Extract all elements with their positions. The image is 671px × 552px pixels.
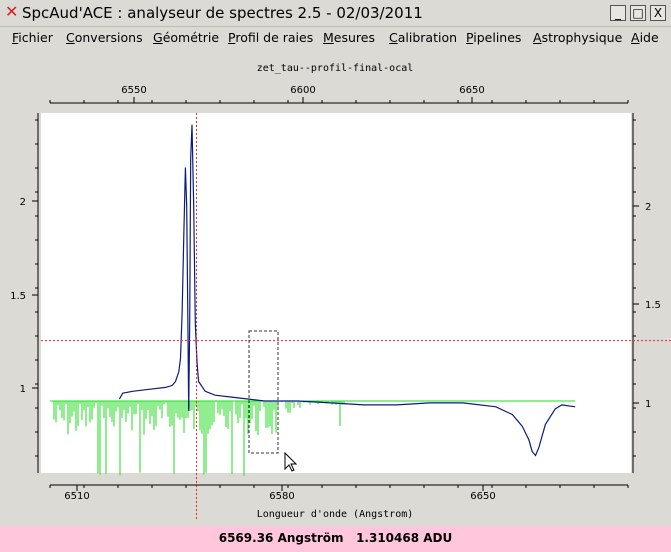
minimize-button[interactable]: _ xyxy=(610,5,626,21)
bottom-tick-label: 6650 xyxy=(470,491,495,502)
title-bar: ✕ SpcAud'ACE : analyseur de spectres 2.5… xyxy=(0,0,671,27)
menu-geometrie[interactable]: Géométrie xyxy=(153,30,219,46)
app-x-icon: ✕ xyxy=(5,2,19,21)
cursor-readout: 6569.36 Angström 1.310468 ADU xyxy=(218,531,453,545)
plot-canvas[interactable] xyxy=(41,113,631,473)
close-button[interactable]: X xyxy=(650,5,666,21)
window-title: SpcAud'ACE : analyseur de spectres 2.5 -… xyxy=(22,4,423,22)
menu-astrophysique[interactable]: Astrophysique xyxy=(533,30,622,46)
spectrum-plot[interactable]: zet_tau--profil-final-ocal 6550 6600 665… xyxy=(0,50,671,525)
left-tick-label: 2 xyxy=(20,197,26,208)
right-tick-label: 2 xyxy=(645,202,651,213)
top-tick-label: 6550 xyxy=(121,85,146,96)
right-tick-label: 1.5 xyxy=(645,300,661,311)
bottom-tick-label: 6510 xyxy=(64,491,89,502)
menu-conversions[interactable]: Conversions xyxy=(66,30,143,46)
menu-calibration[interactable]: Calibration xyxy=(389,30,457,46)
plot-title: zet_tau--profil-final-ocal xyxy=(257,63,414,74)
bottom-axis-ticks xyxy=(49,485,629,491)
menu-fichier[interactable]: Fichier xyxy=(12,30,53,46)
spectrum-plot-area[interactable]: zet_tau--profil-final-ocal 6550 6600 665… xyxy=(0,50,671,525)
status-bar: 6569.36 Angström 1.310468 ADU xyxy=(0,526,671,552)
menu-bar: Fichier Conversions Géométrie Profil de … xyxy=(0,27,671,49)
maximize-button[interactable]: □ xyxy=(630,5,646,21)
bottom-tick-label: 6580 xyxy=(269,491,294,502)
menu-profil-de-raies[interactable]: Profil de raies xyxy=(228,30,313,46)
menu-mesures[interactable]: Mesures xyxy=(323,30,375,46)
menu-pipelines[interactable]: Pipelines xyxy=(466,30,521,46)
right-tick-label: 1 xyxy=(645,399,651,410)
left-tick-label: 1 xyxy=(20,384,26,395)
top-tick-label: 6650 xyxy=(459,85,484,96)
top-axis-ticks xyxy=(49,97,629,103)
x-axis-label: Longueur d'onde (Angstrom) xyxy=(257,509,414,520)
left-tick-label: 1.5 xyxy=(10,291,26,302)
top-tick-label: 6600 xyxy=(290,85,315,96)
menu-aide[interactable]: Aide xyxy=(631,30,659,46)
